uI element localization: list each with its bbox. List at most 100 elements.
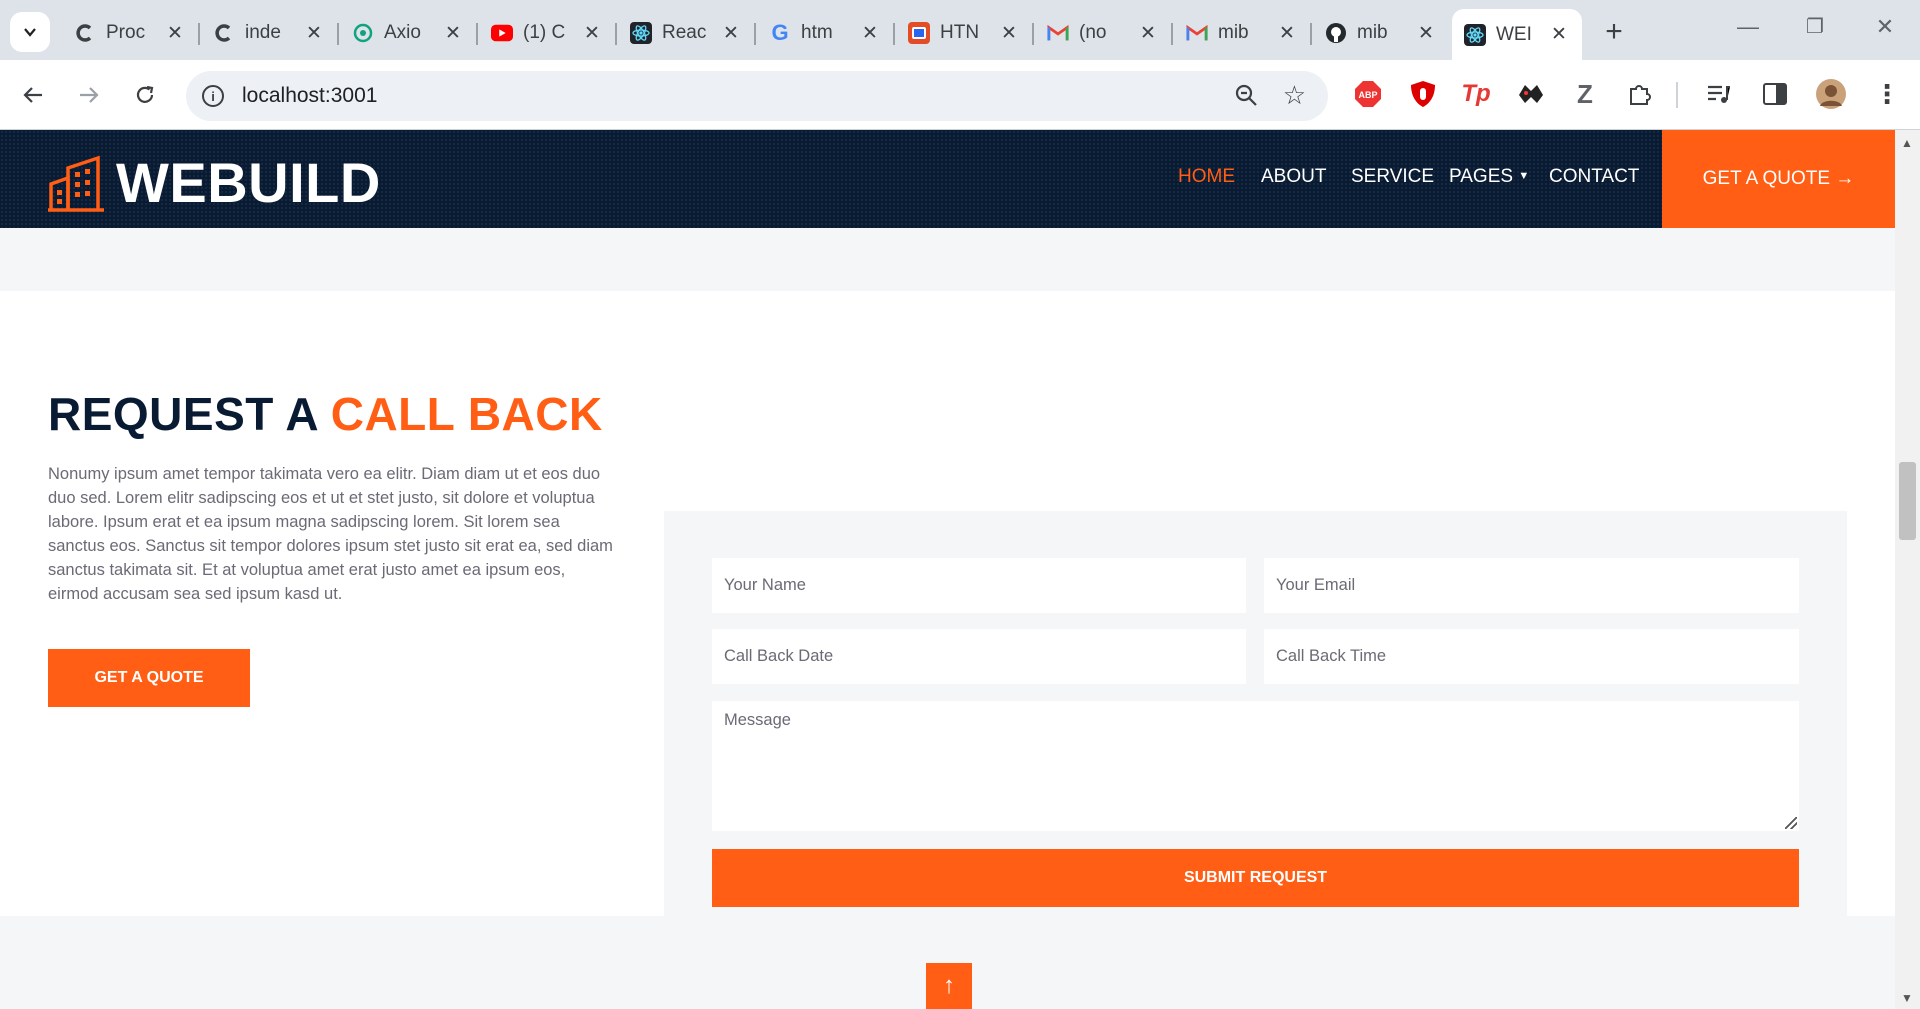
tab-title: (1) C bbox=[523, 22, 566, 43]
forward-arrow-icon[interactable] bbox=[72, 78, 106, 112]
zoom-icon[interactable] bbox=[1234, 83, 1258, 113]
tab-title: htm bbox=[801, 22, 833, 43]
url-text[interactable]: localhost:3001 bbox=[242, 84, 377, 108]
name-input[interactable]: Your Name bbox=[712, 558, 1246, 613]
scrollbar-thumb[interactable] bbox=[1899, 462, 1916, 540]
chrome-c-icon bbox=[213, 22, 235, 44]
nav-home[interactable]: HOME bbox=[1178, 166, 1235, 188]
browser-tab[interactable]: Reac ✕ bbox=[618, 9, 756, 57]
site-info-icon[interactable]: i bbox=[202, 85, 224, 107]
reload-icon[interactable] bbox=[128, 78, 162, 112]
tab-title: inde bbox=[245, 22, 281, 43]
heading-part1: REQUEST A bbox=[48, 388, 318, 440]
close-tab-icon[interactable]: ✕ bbox=[1278, 22, 1296, 45]
browser-tab[interactable]: mib ✕ bbox=[1313, 9, 1449, 57]
google-icon: G bbox=[771, 20, 789, 45]
browser-tab[interactable]: (no ✕ bbox=[1035, 9, 1173, 57]
gmail-icon bbox=[1047, 22, 1069, 44]
toolbar-divider bbox=[1676, 82, 1678, 108]
new-tab-button[interactable]: + bbox=[1597, 15, 1631, 49]
back-to-top-button[interactable]: ↑ bbox=[926, 963, 972, 1009]
restore-icon[interactable]: ❐ bbox=[1798, 14, 1832, 39]
tab-title: HTN bbox=[940, 22, 980, 43]
browser-tab[interactable]: mib ✕ bbox=[1174, 9, 1312, 57]
youtube-icon bbox=[491, 22, 513, 44]
react-icon bbox=[630, 22, 652, 44]
browser-tab[interactable]: (1) C ✕ bbox=[479, 9, 617, 57]
close-tab-icon[interactable]: ✕ bbox=[444, 22, 462, 45]
section-divider-band bbox=[0, 228, 1895, 291]
browser-toolbar: i localhost:3001 ☆ ABP Tp Z ⋮ bbox=[0, 60, 1920, 130]
nav-about[interactable]: ABOUT bbox=[1261, 166, 1326, 188]
svg-text:ABP: ABP bbox=[1358, 90, 1377, 100]
tp-icon[interactable]: Tp bbox=[1461, 79, 1491, 109]
tab-title: Reac bbox=[662, 22, 707, 43]
building-icon bbox=[48, 155, 104, 212]
get-quote-top-button[interactable]: GET A QUOTE → bbox=[1662, 130, 1895, 228]
scroll-up-arrow-icon[interactable]: ▲ bbox=[1901, 136, 1913, 150]
submit-request-button[interactable]: SUBMIT REQUEST bbox=[712, 849, 1799, 907]
openai-icon bbox=[352, 22, 374, 44]
ublock-icon[interactable] bbox=[1408, 79, 1438, 109]
scroll-down-arrow-icon[interactable]: ▼ bbox=[1901, 991, 1913, 1005]
brand-name: WEBUILD bbox=[116, 151, 381, 214]
tab-title: WEI bbox=[1496, 23, 1532, 45]
close-tab-icon[interactable]: ✕ bbox=[166, 22, 184, 45]
callback-time-input[interactable]: Call Back Time bbox=[1264, 629, 1799, 684]
address-bar[interactable]: i localhost:3001 ☆ bbox=[186, 71, 1328, 121]
nav-pages-label: PAGES bbox=[1449, 166, 1514, 187]
puzzle-icon[interactable] bbox=[1625, 79, 1655, 109]
adblock-icon[interactable]: ABP bbox=[1353, 79, 1383, 109]
bookmark-star-icon[interactable]: ☆ bbox=[1283, 80, 1306, 111]
back-arrow-icon[interactable] bbox=[16, 78, 50, 112]
brand-logo[interactable]: WEBUILD bbox=[48, 150, 381, 215]
html-icon bbox=[908, 22, 930, 44]
close-tab-icon[interactable]: ✕ bbox=[1000, 22, 1018, 45]
close-tab-icon[interactable]: ✕ bbox=[722, 22, 740, 45]
media-icon[interactable] bbox=[1703, 79, 1733, 109]
browser-chrome: Proc ✕ inde ✕ Axio ✕ (1) C ✕ Reac ✕ G ht… bbox=[0, 0, 1920, 130]
callback-form: Your Name Your Email Call Back Date Call… bbox=[664, 511, 1847, 956]
browser-tab[interactable]: Proc ✕ bbox=[62, 9, 200, 57]
close-tab-icon[interactable]: ✕ bbox=[583, 22, 601, 45]
callback-date-input[interactable]: Call Back Date bbox=[712, 629, 1246, 684]
close-tab-icon[interactable]: ✕ bbox=[1417, 22, 1435, 45]
tab-title: (no bbox=[1079, 22, 1107, 43]
arrow-up-icon: ↑ bbox=[943, 972, 955, 999]
browser-tab[interactable]: inde ✕ bbox=[201, 9, 339, 57]
browser-tab[interactable]: Axio ✕ bbox=[340, 9, 478, 57]
bat-icon[interactable] bbox=[1516, 79, 1546, 109]
tab-strip: Proc ✕ inde ✕ Axio ✕ (1) C ✕ Reac ✕ G ht… bbox=[0, 0, 1920, 60]
email-input[interactable]: Your Email bbox=[1264, 558, 1799, 613]
nav-contact[interactable]: CONTACT bbox=[1549, 166, 1639, 188]
close-tab-icon[interactable]: ✕ bbox=[1139, 22, 1157, 45]
browser-tab[interactable]: G htm ✕ bbox=[757, 9, 895, 57]
menu-icon[interactable]: ⋮ bbox=[1872, 79, 1902, 109]
sidepanel-icon[interactable] bbox=[1760, 79, 1790, 109]
section-heading: REQUEST A CALL BACK bbox=[48, 387, 603, 441]
nav-pages[interactable]: PAGES ▼ bbox=[1449, 166, 1529, 188]
minimize-icon[interactable]: — bbox=[1731, 14, 1765, 40]
close-tab-icon[interactable]: ✕ bbox=[1550, 23, 1568, 46]
browser-tab-active[interactable]: WEI ✕ bbox=[1452, 9, 1582, 60]
page-scrollbar[interactable]: ▲ ▼ bbox=[1895, 130, 1920, 1009]
close-tab-icon[interactable]: ✕ bbox=[861, 22, 879, 45]
react-icon bbox=[1464, 23, 1486, 46]
resize-handle-icon[interactable] bbox=[1785, 817, 1797, 829]
get-quote-button[interactable]: GET A QUOTE bbox=[48, 649, 250, 707]
close-window-icon[interactable]: ✕ bbox=[1868, 14, 1902, 40]
tab-title: mib bbox=[1218, 22, 1249, 43]
tab-search-button[interactable] bbox=[10, 12, 50, 52]
close-tab-icon[interactable]: ✕ bbox=[305, 22, 323, 45]
chevron-down-icon bbox=[24, 28, 36, 37]
page-viewport: WEBUILD HOME ABOUT SERVICE PAGES ▼ CONTA… bbox=[0, 130, 1895, 1009]
nav-service[interactable]: SERVICE bbox=[1351, 166, 1434, 188]
tab-title: mib bbox=[1357, 22, 1388, 43]
z-icon[interactable]: Z bbox=[1570, 79, 1600, 109]
message-textarea[interactable]: Message bbox=[712, 701, 1799, 831]
profile-avatar[interactable] bbox=[1816, 79, 1846, 109]
gmail-icon bbox=[1186, 22, 1208, 44]
request-callback-section: REQUEST A CALL BACK Nonumy ipsum amet te… bbox=[0, 291, 1895, 956]
browser-tab[interactable]: HTN ✕ bbox=[896, 9, 1034, 57]
tab-title: Proc bbox=[106, 22, 146, 43]
